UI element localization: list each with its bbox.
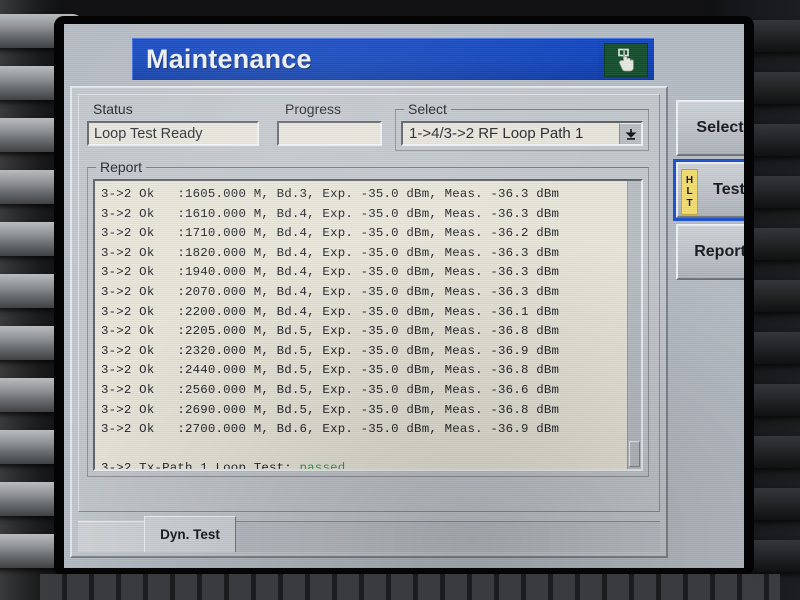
report-label: Report xyxy=(96,159,147,175)
report-line: 3->2 Ok :2320.000 M, Bd.5, Exp. -35.0 dB… xyxy=(101,343,560,358)
report-line: 3->2 Ok :1940.000 M, Bd.4, Exp. -35.0 dB… xyxy=(101,265,560,280)
side-button-report[interactable]: Report xyxy=(676,224,744,280)
report-line-list: 3->2 Ok :1605.000 M, Bd.3, Exp. -35.0 dB… xyxy=(101,185,625,471)
report-blank-line xyxy=(101,440,625,460)
report-line: 3->2 Ok :2560.000 M, Bd.5, Exp. -35.0 dB… xyxy=(101,382,560,397)
report-line: 3->2 Ok :2440.000 M, Bd.5, Exp. -35.0 dB… xyxy=(101,363,560,378)
hlt-tag: H L T xyxy=(681,169,698,215)
device-screenshot: Maintenance Status Loop Test Ready Progr… xyxy=(0,0,800,600)
select-value: 1->4/3->2 RF Loop Path 1 xyxy=(409,125,584,142)
chevron-down-icon[interactable] xyxy=(619,123,641,144)
status-label: Status xyxy=(93,101,133,117)
report-line: 3->2 Ok :1605.000 M, Bd.3, Exp. -35.0 dB… xyxy=(101,187,560,201)
report-summary-text: 3->2 Tx-Path 1 Loop Test: xyxy=(101,461,300,471)
report-line: 3->2 Ok :2700.000 M, Bd.6, Exp. -35.0 dB… xyxy=(101,422,560,437)
side-button-test-label: Test xyxy=(713,181,744,198)
tab-dyn-test[interactable]: Dyn. Test xyxy=(144,516,236,552)
status-field: Loop Test Ready xyxy=(87,121,259,146)
side-button-select[interactable]: Select xyxy=(676,100,744,156)
report-line: 3->2 Ok :1710.000 M, Bd.4, Exp. -35.0 dB… xyxy=(101,226,560,241)
side-button-select-label: Select xyxy=(696,119,744,136)
pointing-hand-icon xyxy=(604,42,648,77)
tabstrip-right-filler xyxy=(236,521,660,552)
tabstrip-left-filler xyxy=(78,521,144,552)
hlt-tag-l: L xyxy=(686,186,693,198)
inner-panel: Status Loop Test Ready Progress Select 1… xyxy=(78,94,660,512)
report-line: 3->2 Ok :1820.000 M, Bd.4, Exp. -35.0 dB… xyxy=(101,245,560,260)
side-button-test[interactable]: H L T Test xyxy=(673,159,744,221)
report-line: 3->2 Ok :2200.000 M, Bd.4, Exp. -35.0 dB… xyxy=(101,304,560,319)
progress-field xyxy=(277,121,382,146)
window-titlebar: Maintenance xyxy=(132,38,598,80)
report-summary-line: 3->2 Tx-Path 1 Loop Test: passed xyxy=(101,459,625,471)
touch-hand-button[interactable] xyxy=(598,38,654,80)
report-line: 3->2 Ok :2205.000 M, Bd.5, Exp. -35.0 dB… xyxy=(101,324,560,339)
lcd-screen: Maintenance Status Loop Test Ready Progr… xyxy=(64,24,744,568)
select-combobox[interactable]: 1->4/3->2 RF Loop Path 1 xyxy=(401,121,643,146)
report-vertical-scrollbar[interactable] xyxy=(627,181,641,469)
report-line: 3->2 Ok :1610.000 M, Bd.4, Exp. -35.0 dB… xyxy=(101,206,560,221)
main-panel: Status Loop Test Ready Progress Select 1… xyxy=(70,86,668,558)
report-summary-result: passed xyxy=(299,461,346,471)
hlt-tag-h: H xyxy=(685,174,694,186)
hlt-tag-t: T xyxy=(686,197,693,209)
select-label: Select xyxy=(404,101,451,117)
bottom-grill xyxy=(40,574,780,600)
report-textarea[interactable]: 3->2 Ok :1605.000 M, Bd.3, Exp. -35.0 dB… xyxy=(93,179,643,471)
progress-label: Progress xyxy=(285,101,342,117)
report-line: 3->2 Ok :2690.000 M, Bd.5, Exp. -35.0 dB… xyxy=(101,402,560,417)
report-line: 3->2 Ok :2070.000 M, Bd.4, Exp. -35.0 dB… xyxy=(101,284,560,299)
page-title: Maintenance xyxy=(146,44,312,74)
side-button-report-label: Report xyxy=(694,243,744,260)
tab-strip: Dyn. Test xyxy=(78,512,660,552)
scrollbar-thumb[interactable] xyxy=(629,441,640,467)
